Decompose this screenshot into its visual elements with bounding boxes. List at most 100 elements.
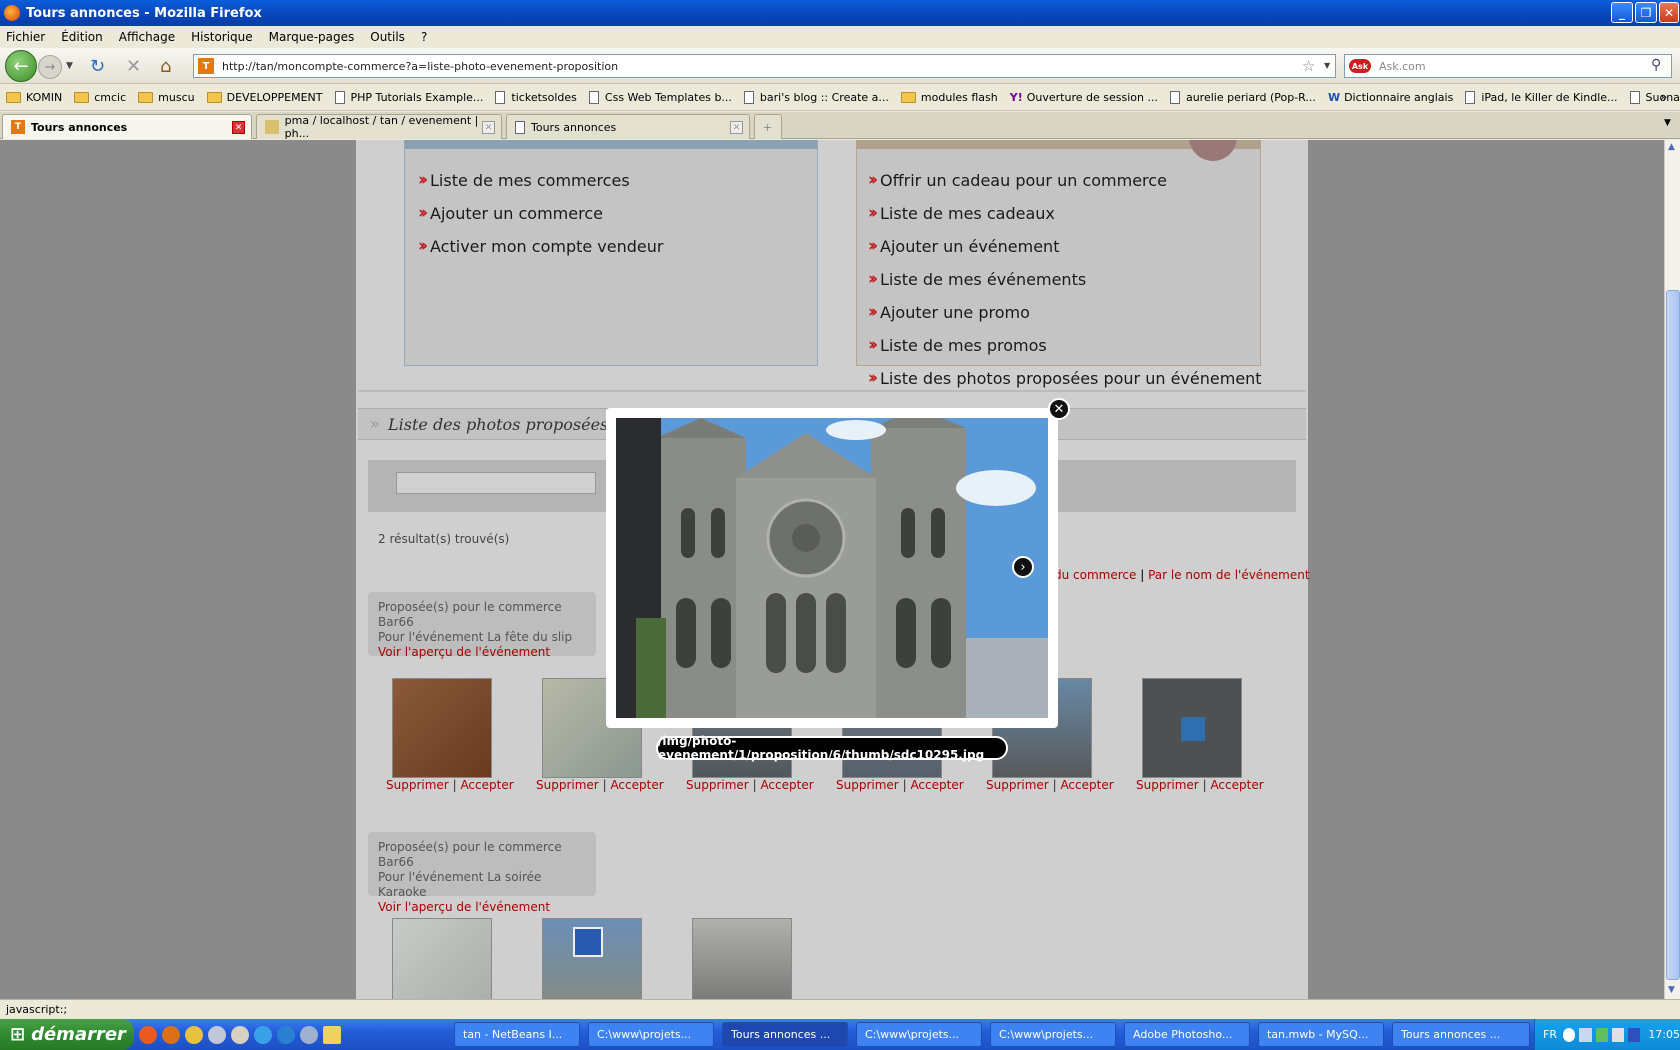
bookmark-item[interactable]: aurelie periard (Pop-R... (1169, 91, 1316, 104)
photo-thumbnail[interactable] (1142, 678, 1242, 778)
tab-close-icon[interactable]: ✕ (482, 121, 495, 134)
link-ajouter-commerce[interactable]: ›› Ajouter un commerce (418, 203, 603, 223)
photo-thumbnail[interactable] (692, 918, 792, 999)
tab-tours-annonces[interactable]: Tours annonces ✕ (506, 114, 750, 139)
bookmarks-overflow-icon[interactable]: » (1660, 90, 1667, 104)
bookmark-item[interactable]: KOMIN (6, 91, 62, 104)
taskbar-item[interactable]: C:\www\projets... (588, 1022, 714, 1047)
photo-thumbnail[interactable] (392, 678, 492, 778)
tray-icon[interactable] (1562, 1027, 1576, 1042)
language-indicator[interactable]: FR (1543, 1028, 1557, 1041)
bookmark-item[interactable]: Y! Ouverture de session ... (1010, 91, 1158, 104)
menu-outils[interactable]: Outils (370, 30, 405, 44)
menu-help[interactable]: ? (421, 30, 427, 44)
menu-fichier[interactable]: Fichier (6, 30, 45, 44)
link-liste-commerces[interactable]: ›› Liste de mes commerces (418, 170, 630, 190)
folder-quicklaunch-icon[interactable] (323, 1025, 341, 1044)
sort-by-commerce-link[interactable]: du commerce (1054, 568, 1136, 582)
sort-by-event-link[interactable]: Par le nom de l'événement (1148, 568, 1309, 582)
photo-thumbnail[interactable] (392, 918, 492, 999)
taskbar-item[interactable]: tan.mwb - MySQ... (1258, 1022, 1384, 1047)
link-offrir-cadeau[interactable]: ›› Offrir un cadeau pour un commerce (868, 170, 1167, 190)
bookmark-star-icon[interactable]: ☆ (1302, 57, 1315, 75)
bookmark-item[interactable]: Suonare e Cantare su... (1629, 91, 1680, 104)
search-magnifier-icon[interactable]: ⚲ (1651, 57, 1661, 73)
lightbox-next-button[interactable]: › (1012, 556, 1034, 578)
bookmark-item[interactable]: W Dictionnaire anglais (1328, 91, 1453, 104)
menu-marque-pages[interactable]: Marque-pages (269, 30, 355, 44)
tray-icon[interactable] (1611, 1027, 1625, 1042)
taskbar-item[interactable]: Tours annonces ... (1392, 1022, 1530, 1047)
accept-link[interactable]: Accepter (1210, 778, 1263, 792)
history-dropdown-icon[interactable]: ▼ (66, 61, 73, 71)
app-quicklaunch-icon[interactable] (231, 1025, 249, 1044)
scroll-down-icon[interactable]: ▼ (1668, 985, 1675, 995)
search-input[interactable]: Ask Ask.com ⚲ (1344, 54, 1672, 78)
taskbar-item[interactable]: tan - NetBeans I... (454, 1022, 580, 1047)
network-icon[interactable] (1579, 1027, 1592, 1042)
taskbar-item[interactable]: Adobe Photosho... (1124, 1022, 1250, 1047)
link-ajouter-promo[interactable]: ›› Ajouter une promo (868, 302, 1030, 322)
accept-link[interactable]: Accepter (910, 778, 963, 792)
delete-link[interactable]: Supprimer (836, 778, 899, 792)
link-liste-promos[interactable]: ›› Liste de mes promos (868, 335, 1047, 355)
ie-quicklaunch-icon[interactable] (277, 1025, 295, 1044)
link-liste-cadeaux[interactable]: ›› Liste de mes cadeaux (868, 203, 1055, 223)
bookmark-item[interactable]: iPad, le Killer de Kindle... (1465, 91, 1618, 104)
lightbox-close-button[interactable]: ✕ (1048, 398, 1070, 420)
close-window-button[interactable]: ✕ (1659, 2, 1679, 23)
link-activer-compte-vendeur[interactable]: ›› Activer mon compte vendeur (418, 236, 663, 256)
url-bar[interactable]: T http://tan/moncompte-commerce?a=liste-… (193, 54, 1336, 78)
back-button[interactable]: ← (5, 50, 37, 82)
ask-engine-icon[interactable]: Ask (1349, 59, 1371, 73)
accept-link[interactable]: Accepter (760, 778, 813, 792)
url-dropdown-icon[interactable]: ▼ (1324, 61, 1330, 70)
taskbar-item[interactable]: C:\www\projets... (856, 1022, 982, 1047)
bookmark-item[interactable]: ticketsoldes (495, 91, 577, 104)
link-liste-evenements[interactable]: ›› Liste de mes événements (868, 269, 1086, 289)
bookmark-item[interactable]: Css Web Templates b... (588, 91, 732, 104)
view-event-link[interactable]: Voir l'aperçu de l'événement (378, 900, 586, 915)
tab-close-icon[interactable]: ✕ (232, 121, 245, 134)
new-tab-button[interactable]: + (754, 114, 782, 139)
tool-quicklaunch-icon[interactable] (208, 1025, 226, 1044)
menu-edition[interactable]: Édition (61, 30, 103, 44)
shield-icon[interactable] (1628, 1027, 1641, 1042)
tray-icon[interactable] (1595, 1027, 1608, 1042)
reload-icon[interactable]: ↻ (90, 56, 105, 77)
taskbar-item-active[interactable]: Tours annonces ... (722, 1022, 848, 1047)
filter-input[interactable] (396, 472, 596, 494)
users-quicklaunch-icon[interactable] (185, 1025, 203, 1044)
stop-icon[interactable]: ✕ (126, 56, 141, 77)
minimize-button[interactable]: _ (1611, 2, 1633, 23)
accept-link[interactable]: Accepter (610, 778, 663, 792)
delete-link[interactable]: Supprimer (386, 778, 449, 792)
bookmark-item[interactable]: bari's blog :: Create a... (743, 91, 889, 104)
delete-link[interactable]: Supprimer (536, 778, 599, 792)
link-liste-photos-proposees[interactable]: ›› Liste des photos proposées pour un évé… (868, 368, 1262, 388)
maximize-button[interactable]: ❐ (1635, 2, 1657, 23)
view-event-link[interactable]: Voir l'aperçu de l'événement (378, 645, 586, 660)
scrollbar-thumb[interactable] (1666, 290, 1680, 980)
accept-link[interactable]: Accepter (1060, 778, 1113, 792)
tab-pma[interactable]: pma / localhost / tan / evenement | ph..… (256, 114, 502, 140)
ie-quicklaunch-icon[interactable] (254, 1025, 272, 1044)
photo-thumbnail[interactable] (542, 918, 642, 999)
bookmark-item[interactable]: DEVELOPPEMENT (206, 91, 323, 104)
tab-close-icon[interactable]: ✕ (730, 121, 743, 134)
app-quicklaunch-icon[interactable] (300, 1025, 318, 1044)
scroll-up-icon[interactable]: ▲ (1668, 142, 1675, 152)
delete-link[interactable]: Supprimer (686, 778, 749, 792)
firefox-quicklaunch-icon[interactable] (139, 1025, 157, 1044)
tab-tours-annonces-active[interactable]: T Tours annonces ✕ (2, 114, 252, 139)
firefox-quicklaunch-icon[interactable] (162, 1025, 180, 1044)
tab-list-icon[interactable]: ▼ (1664, 118, 1671, 128)
bookmark-item[interactable]: cmcic (74, 91, 126, 104)
forward-button[interactable]: → (38, 55, 62, 79)
delete-link[interactable]: Supprimer (986, 778, 1049, 792)
vertical-scrollbar[interactable]: ▲ ▼ (1664, 140, 1680, 999)
accept-link[interactable]: Accepter (460, 778, 513, 792)
home-icon[interactable]: ⌂ (160, 56, 171, 77)
link-ajouter-evenement[interactable]: ›› Ajouter un événement (868, 236, 1059, 256)
menu-historique[interactable]: Historique (191, 30, 253, 44)
